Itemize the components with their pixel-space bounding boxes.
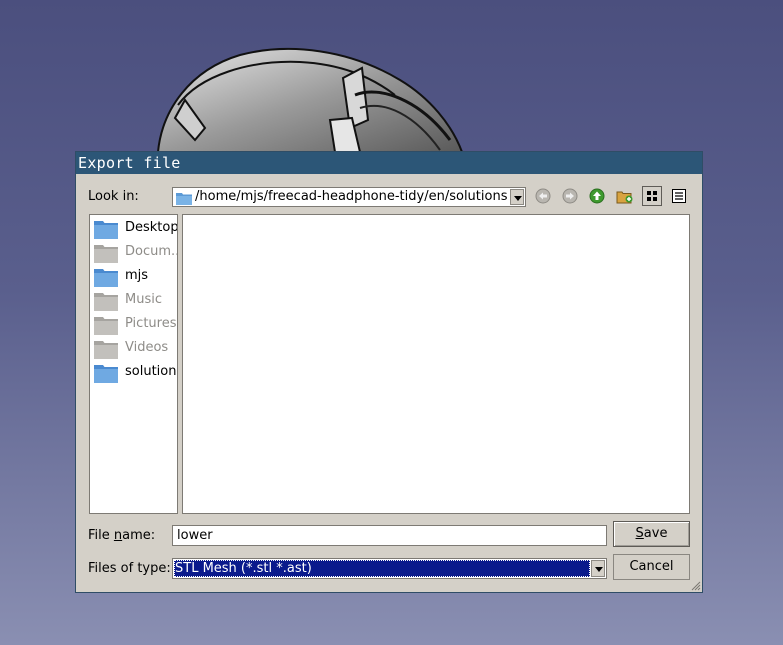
parent-directory-button[interactable] xyxy=(587,186,607,206)
folder-icon xyxy=(176,193,192,205)
folder-icon xyxy=(94,221,118,239)
create-new-folder-button[interactable] xyxy=(614,186,634,206)
look-in-path: /home/mjs/freecad-headphone-tidy/en/solu… xyxy=(195,189,508,204)
back-button[interactable] xyxy=(533,186,553,206)
folder-icon xyxy=(94,365,118,383)
new-folder-icon xyxy=(616,191,633,204)
sidebar-item-music[interactable]: Music xyxy=(92,289,177,311)
sidebar-item-label: Music xyxy=(125,292,162,307)
folder-icon xyxy=(94,245,118,263)
dialog-title: Export file xyxy=(76,152,702,174)
sidebar-item-label: Desktop xyxy=(125,220,178,235)
folder-icon xyxy=(94,341,118,359)
folder-icon xyxy=(94,269,118,287)
arrow-right-icon xyxy=(562,188,578,204)
sidebar-places: Desktop Docum... mjs Music Pictures Vide… xyxy=(89,214,178,514)
folder-icon xyxy=(94,293,118,311)
export-file-dialog: Export file Look in: /home/mjs/freecad-h… xyxy=(75,151,703,593)
sidebar-item-videos[interactable]: Videos xyxy=(92,337,177,359)
sidebar-item-desktop[interactable]: Desktop xyxy=(92,217,178,239)
sidebar-item-label: solutions xyxy=(125,364,178,379)
sidebar-item-mjs[interactable]: mjs xyxy=(92,265,177,287)
forward-button[interactable] xyxy=(560,186,580,206)
sidebar-item-label: Videos xyxy=(125,340,169,355)
save-button[interactable]: Save xyxy=(613,521,690,547)
background-3d-model xyxy=(156,48,464,153)
detail-view-button[interactable] xyxy=(669,186,689,206)
file-list-view[interactable] xyxy=(182,214,690,514)
icon-view-icon xyxy=(647,191,657,201)
list-view-button[interactable] xyxy=(642,186,662,206)
arrow-up-icon xyxy=(589,188,605,204)
sidebar-item-documents[interactable]: Docum... xyxy=(92,241,178,263)
sidebar-item-label: mjs xyxy=(125,268,149,283)
resize-grip-icon[interactable] xyxy=(689,579,701,591)
look-in-label: Look in: xyxy=(88,189,139,204)
files-of-type-combobox[interactable]: STL Mesh (*.stl *.ast) xyxy=(172,558,607,579)
files-of-type-label: Files of type: xyxy=(88,561,171,576)
files-of-type-value: STL Mesh (*.stl *.ast) xyxy=(174,560,590,577)
sidebar-item-solutions[interactable]: solutions xyxy=(92,361,178,383)
look-in-combobox[interactable]: /home/mjs/freecad-headphone-tidy/en/solu… xyxy=(172,187,526,207)
cancel-button[interactable]: Cancel xyxy=(613,554,690,580)
sidebar-item-label: Pictures xyxy=(125,316,177,331)
file-name-input[interactable] xyxy=(172,525,607,546)
arrow-left-icon xyxy=(535,188,551,204)
sidebar-item-label: Docum... xyxy=(125,244,178,259)
file-name-label: File name: xyxy=(88,528,156,543)
folder-icon xyxy=(94,317,118,335)
chevron-down-icon[interactable] xyxy=(510,189,524,205)
detail-view-icon xyxy=(672,189,686,203)
chevron-down-icon[interactable] xyxy=(591,560,605,577)
sidebar-item-pictures[interactable]: Pictures xyxy=(92,313,177,335)
